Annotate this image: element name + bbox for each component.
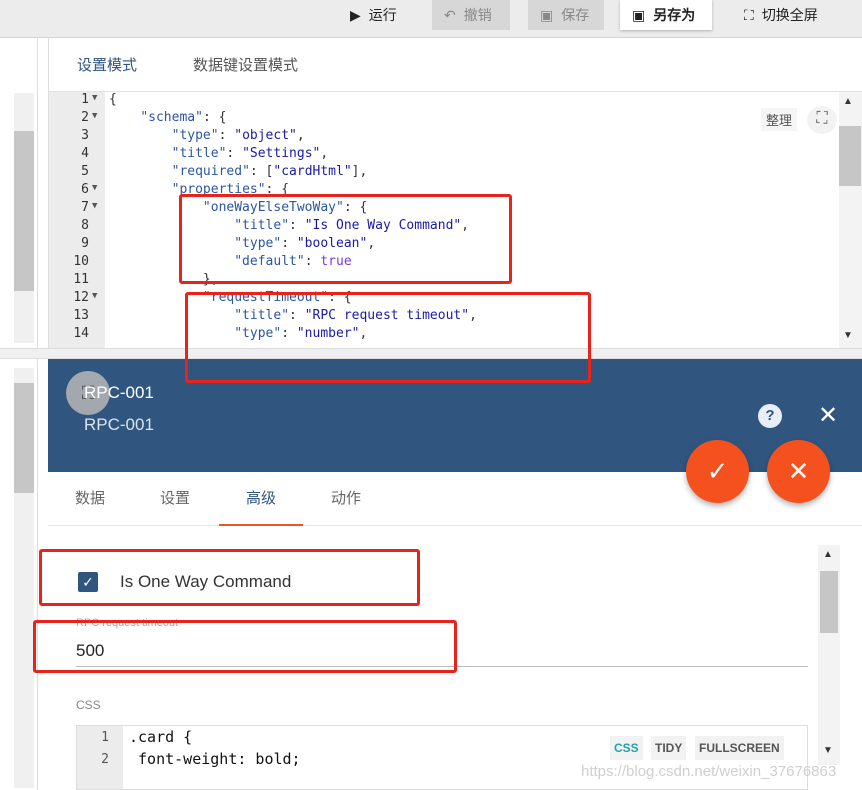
code-line: 5 "required": ["cardHtml"], (49, 164, 839, 182)
css-label: CSS (76, 698, 101, 712)
dialog-title: RPC-001 (84, 383, 154, 402)
tidy-button[interactable]: 整理 (761, 108, 798, 131)
dialog-scroll-down-icon[interactable]: ▼ (823, 745, 833, 756)
code-line: 3 "type": "object", (49, 128, 839, 146)
editor-fullscreen-icon[interactable]: ⛶ (807, 106, 837, 134)
help-icon[interactable]: ? (758, 404, 782, 428)
scroll-up-icon[interactable]: ▲ (843, 96, 853, 107)
save-icon: ▣ (540, 6, 554, 23)
line-number: 3 (81, 128, 89, 143)
code-line: 4 "title": "Settings", (49, 146, 839, 164)
tab-advanced[interactable]: 高级 (219, 472, 304, 526)
fold-icon[interactable]: ▼ (92, 93, 97, 103)
dialog-scroll-up-icon[interactable]: ▲ (823, 549, 833, 560)
top-toolbar: ▶ 运行 ↶ 撤销 ▣ 保存 ▣ 另存为 ⛶ 切换全屏 (0, 0, 862, 38)
dialog-subtitle: RPC-001 (84, 415, 154, 434)
tab-data[interactable]: 数据 (48, 472, 132, 526)
save-as-button[interactable]: ▣ 另存为 (620, 0, 712, 30)
line-number: 11 (73, 272, 89, 287)
tab-actions[interactable]: 动作 (304, 472, 388, 526)
run-label: 运行 (368, 7, 397, 23)
line-number: 5 (81, 164, 89, 179)
save-as-icon: ▣ (632, 6, 646, 23)
scroll-down-icon[interactable]: ▼ (843, 330, 853, 341)
code-line: 2 ▼ "schema": { (49, 110, 839, 128)
line-number: 14 (73, 326, 89, 341)
fold-icon[interactable]: ▼ (92, 111, 97, 121)
line-number: 9 (81, 236, 89, 251)
fullscreen-chip[interactable]: FULLSCREEN (695, 736, 784, 760)
save-as-label: 另存为 (653, 7, 696, 23)
code-text: "schema": { (140, 110, 227, 125)
fullscreen-button[interactable]: ⛶ 切换全屏 (732, 0, 830, 30)
undo-label: 撤销 (463, 7, 492, 23)
code-text: { (109, 92, 117, 107)
left-panel (0, 38, 38, 790)
highlight-box-checkbox (39, 549, 420, 606)
line-number: 12 (73, 290, 89, 305)
css-chip[interactable]: CSS (610, 736, 643, 760)
run-button[interactable]: ▶ 运行 (338, 0, 409, 30)
editor-scrollbar[interactable]: ▲ ▼ (839, 92, 862, 348)
css-code-text: font-weight: bold; (129, 750, 301, 768)
highlight-box-schema-timeout (185, 292, 591, 383)
code-text: "title": "Settings", (171, 146, 329, 161)
watermark: https://blog.csdn.net/weixin_37676863 (581, 763, 837, 780)
css-code-text: .card { (129, 728, 193, 746)
left-scroll-thumb-top[interactable] (14, 131, 34, 291)
undo-icon: ↶ (444, 6, 456, 23)
line-number: 8 (81, 218, 89, 233)
line-number: 2 (81, 110, 89, 125)
fullscreen-icon: ⛶ (744, 6, 754, 23)
editor-scroll-thumb[interactable] (839, 126, 861, 186)
fold-icon[interactable]: ▼ (92, 183, 97, 193)
code-line: 1 ▼ { (49, 92, 839, 110)
line-number: 10 (73, 254, 89, 269)
dialog-scrollbar[interactable]: ▲ ▼ (818, 545, 840, 765)
tidy-chip[interactable]: TIDY (651, 736, 687, 760)
save-label: 保存 (561, 7, 590, 23)
editor-tabs: 设置模式 数据键设置模式 (49, 38, 862, 92)
code-text: "type": "object", (171, 128, 305, 143)
line-number: 1 (81, 92, 89, 107)
dialog-tabs: 数据 设置 高级 动作 (48, 472, 862, 526)
tab-datakey-settings-mode[interactable]: 数据键设置模式 (165, 38, 326, 92)
fullscreen-label: 切换全屏 (761, 7, 818, 23)
highlight-box-schema-oneway (179, 194, 512, 284)
tab-settings-mode[interactable]: 设置模式 (49, 38, 165, 92)
fold-icon[interactable]: ▼ (92, 291, 97, 301)
line-number: 4 (81, 146, 89, 161)
css-line-number: 1 (101, 730, 109, 745)
fold-icon[interactable]: ▼ (92, 201, 97, 211)
dialog-scroll-thumb[interactable] (820, 571, 838, 633)
highlight-box-timeout (33, 620, 457, 673)
play-icon: ▶ (350, 6, 361, 23)
line-number: 6 (81, 182, 89, 197)
close-icon[interactable]: ✕ (818, 401, 838, 430)
code-text: "required": ["cardHtml"], (171, 164, 368, 179)
left-scroll-thumb-bottom[interactable] (14, 383, 34, 493)
tab-settings[interactable]: 设置 (133, 472, 217, 526)
save-button[interactable]: ▣ 保存 (528, 0, 604, 30)
line-number: 7 (81, 200, 89, 215)
line-number: 13 (73, 308, 89, 323)
css-line-number: 2 (101, 752, 109, 767)
undo-button[interactable]: ↶ 撤销 (432, 0, 510, 30)
